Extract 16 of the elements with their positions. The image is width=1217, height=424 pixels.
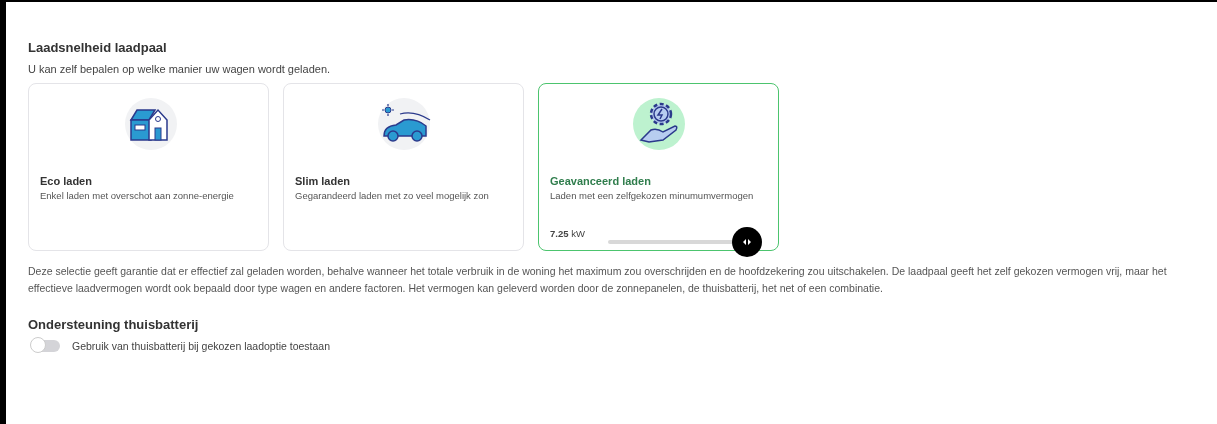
section-subtitle: U kan zelf bepalen op welke manier uw wagen wordt geladen. [28, 63, 332, 75]
option-description: Enkel laden met overschot aan zonne-energie [40, 190, 235, 201]
option-title: Slim laden [295, 175, 352, 187]
power-reading: 7.25 kW [550, 227, 586, 239]
slider-thumb[interactable] [731, 227, 762, 257]
charging-option-card[interactable]: Slim laden Gegarandeerd laden met zo veel mogelijk zon [283, 83, 524, 251]
option-title: Eco laden [40, 175, 93, 187]
option-description: Laden met een zelfgekozen minumumvermogen [550, 190, 755, 201]
explanation-text: Deze selectie geeft garantie dat er effectief zal geladen worden, behalve wanneer het totale verbruik in de woning het maximum zou overschrijden en de hoofdzekering zou uitschakelen. De laadpaal geeft het zelf gekozen vermogen vrij, maar het effectieve laadvermogen wordt ook bepaald door type wagen en andere factoren. Het vermogen kan geleverd worden door de zonnepanelen, de thuisbatterij, het net of een combinatie. [28, 264, 1168, 296]
charging-option-card[interactable]: Eco laden Enkel laden met overschot aan zonne-energie [28, 83, 269, 251]
toggle-label: Gebruik van thuisbatterij bij gekozen laadoptie toestaan [72, 340, 330, 352]
option-title: Geavanceerd laden [550, 175, 652, 187]
section-title: Ondersteuning thuisbatterij [28, 317, 200, 332]
option-description: Gegarandeerd laden met zo veel mogelijk zon [295, 190, 490, 201]
section-title: Laadsnelheid laadpaal [28, 40, 168, 55]
toggle-switch[interactable] [32, 340, 60, 352]
